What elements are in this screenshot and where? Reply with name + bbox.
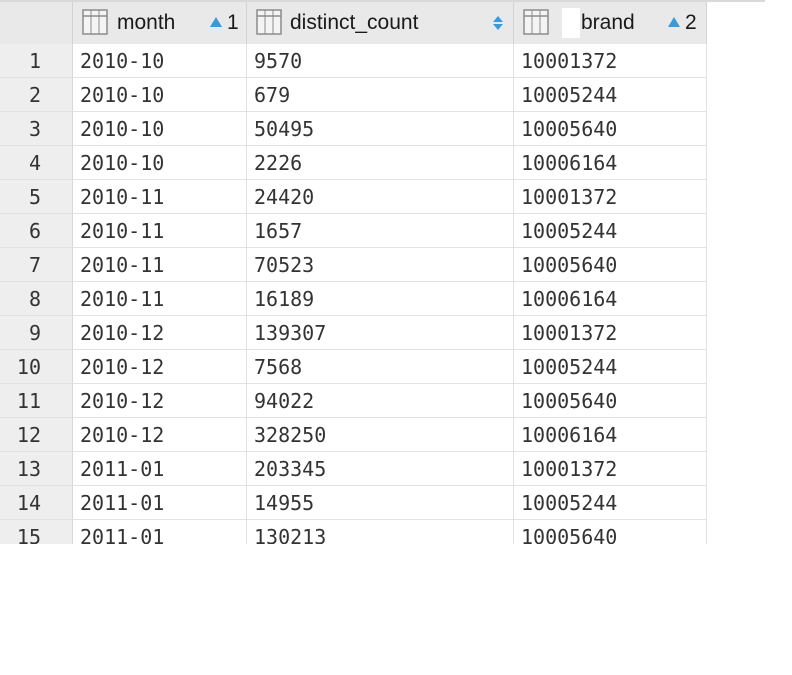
cell-brand[interactable]: 10001372 <box>514 452 707 486</box>
cell-month[interactable]: 2010-10 <box>73 146 247 180</box>
cell-month[interactable]: 2010-11 <box>73 214 247 248</box>
cell-distinct-count[interactable]: 328250 <box>247 418 514 452</box>
cell-brand[interactable]: 10005244 <box>514 78 707 112</box>
cell-distinct-count[interactable]: 2226 <box>247 146 514 180</box>
sort-order-number: 2 <box>685 11 697 34</box>
table-row[interactable]: 6 2010-11 1657 10005244 <box>0 214 707 248</box>
cell-month[interactable]: 2011-01 <box>73 520 247 544</box>
table-row[interactable]: 5 2010-11 24420 10001372 <box>0 180 707 214</box>
cell-brand[interactable]: 10005640 <box>514 384 707 418</box>
table-row[interactable]: 9 2010-12 139307 10001372 <box>0 316 707 350</box>
table-row[interactable]: 12 2010-12 328250 10006164 <box>0 418 707 452</box>
column-label-brand: brand <box>581 11 635 34</box>
cell-distinct-count[interactable]: 679 <box>247 78 514 112</box>
cell-distinct-count[interactable]: 94022 <box>247 384 514 418</box>
grid-header: month 1 distinct_count brand 2 <box>0 2 707 44</box>
row-number[interactable]: 2 <box>0 78 73 112</box>
cell-distinct-count[interactable]: 24420 <box>247 180 514 214</box>
cell-brand[interactable]: 10005640 <box>514 248 707 282</box>
cell-month[interactable]: 2010-10 <box>73 44 247 78</box>
row-number[interactable]: 11 <box>0 384 73 418</box>
table-column-icon <box>523 9 549 35</box>
table-row[interactable]: 15 2011-01 130213 10005640 <box>0 520 707 544</box>
cell-month[interactable]: 2011-01 <box>73 486 247 520</box>
column-label-distinct-count: distinct_count <box>290 11 419 34</box>
sort-toggle-icon[interactable] <box>492 15 504 31</box>
cell-month[interactable]: 2010-12 <box>73 350 247 384</box>
cell-month[interactable]: 2010-12 <box>73 384 247 418</box>
table-row[interactable]: 1 2010-10 9570 10001372 <box>0 44 707 78</box>
cell-month[interactable]: 2010-11 <box>73 180 247 214</box>
cell-brand[interactable]: 10005640 <box>514 112 707 146</box>
column-label-month: month <box>117 11 176 34</box>
row-number[interactable]: 10 <box>0 350 73 384</box>
cell-brand[interactable]: 10001372 <box>514 180 707 214</box>
row-number[interactable]: 9 <box>0 316 73 350</box>
column-header-distinct-count[interactable]: distinct_count <box>247 2 514 44</box>
table-column-icon <box>256 9 282 35</box>
sort-order-number: 1 <box>227 11 239 34</box>
cell-month[interactable]: 2011-01 <box>73 452 247 486</box>
cell-brand[interactable]: 10005244 <box>514 486 707 520</box>
row-number-header[interactable] <box>0 2 73 44</box>
row-number[interactable]: 6 <box>0 214 73 248</box>
header-occluder <box>562 8 580 38</box>
table-row[interactable]: 11 2010-12 94022 10005640 <box>0 384 707 418</box>
row-number[interactable]: 1 <box>0 44 73 78</box>
row-number[interactable]: 13 <box>0 452 73 486</box>
table-column-icon <box>82 9 108 35</box>
cell-brand[interactable]: 10006164 <box>514 282 707 316</box>
table-row[interactable]: 4 2010-10 2226 10006164 <box>0 146 707 180</box>
cell-brand[interactable]: 10006164 <box>514 146 707 180</box>
cell-distinct-count[interactable]: 1657 <box>247 214 514 248</box>
row-number[interactable]: 8 <box>0 282 73 316</box>
table-row[interactable]: 3 2010-10 50495 10005640 <box>0 112 707 146</box>
cell-distinct-count[interactable]: 9570 <box>247 44 514 78</box>
table-row[interactable]: 8 2010-11 16189 10006164 <box>0 282 707 316</box>
row-number[interactable]: 14 <box>0 486 73 520</box>
table-row[interactable]: 14 2011-01 14955 10005244 <box>0 486 707 520</box>
sort-ascending-icon[interactable] <box>668 17 680 27</box>
result-grid[interactable]: month 1 distinct_count brand 2 1 2010-10… <box>0 2 707 544</box>
cell-month[interactable]: 2010-12 <box>73 418 247 452</box>
sort-ascending-icon[interactable] <box>210 17 222 27</box>
cell-month[interactable]: 2010-10 <box>73 112 247 146</box>
cell-distinct-count[interactable]: 7568 <box>247 350 514 384</box>
cell-brand[interactable]: 10005244 <box>514 214 707 248</box>
row-number[interactable]: 4 <box>0 146 73 180</box>
table-row[interactable]: 10 2010-12 7568 10005244 <box>0 350 707 384</box>
row-number[interactable]: 12 <box>0 418 73 452</box>
column-header-month[interactable]: month 1 <box>73 2 247 44</box>
cell-distinct-count[interactable]: 203345 <box>247 452 514 486</box>
cell-brand[interactable]: 10001372 <box>514 316 707 350</box>
cell-brand[interactable]: 10006164 <box>514 418 707 452</box>
cell-distinct-count[interactable]: 50495 <box>247 112 514 146</box>
row-number[interactable]: 5 <box>0 180 73 214</box>
row-number[interactable]: 3 <box>0 112 73 146</box>
cell-distinct-count[interactable]: 139307 <box>247 316 514 350</box>
cell-brand[interactable]: 10001372 <box>514 44 707 78</box>
row-number[interactable]: 7 <box>0 248 73 282</box>
cell-distinct-count[interactable]: 130213 <box>247 520 514 544</box>
cell-month[interactable]: 2010-10 <box>73 78 247 112</box>
row-number[interactable]: 15 <box>0 520 73 544</box>
cell-month[interactable]: 2010-12 <box>73 316 247 350</box>
table-row[interactable]: 13 2011-01 203345 10001372 <box>0 452 707 486</box>
cell-distinct-count[interactable]: 16189 <box>247 282 514 316</box>
cell-month[interactable]: 2010-11 <box>73 248 247 282</box>
table-row[interactable]: 2 2010-10 679 10005244 <box>0 78 707 112</box>
cell-distinct-count[interactable]: 70523 <box>247 248 514 282</box>
table-row[interactable]: 7 2010-11 70523 10005640 <box>0 248 707 282</box>
cell-brand[interactable]: 10005640 <box>514 520 707 544</box>
cell-month[interactable]: 2010-11 <box>73 282 247 316</box>
cell-distinct-count[interactable]: 14955 <box>247 486 514 520</box>
column-header-brand[interactable]: brand 2 <box>514 2 707 44</box>
cell-brand[interactable]: 10005244 <box>514 350 707 384</box>
